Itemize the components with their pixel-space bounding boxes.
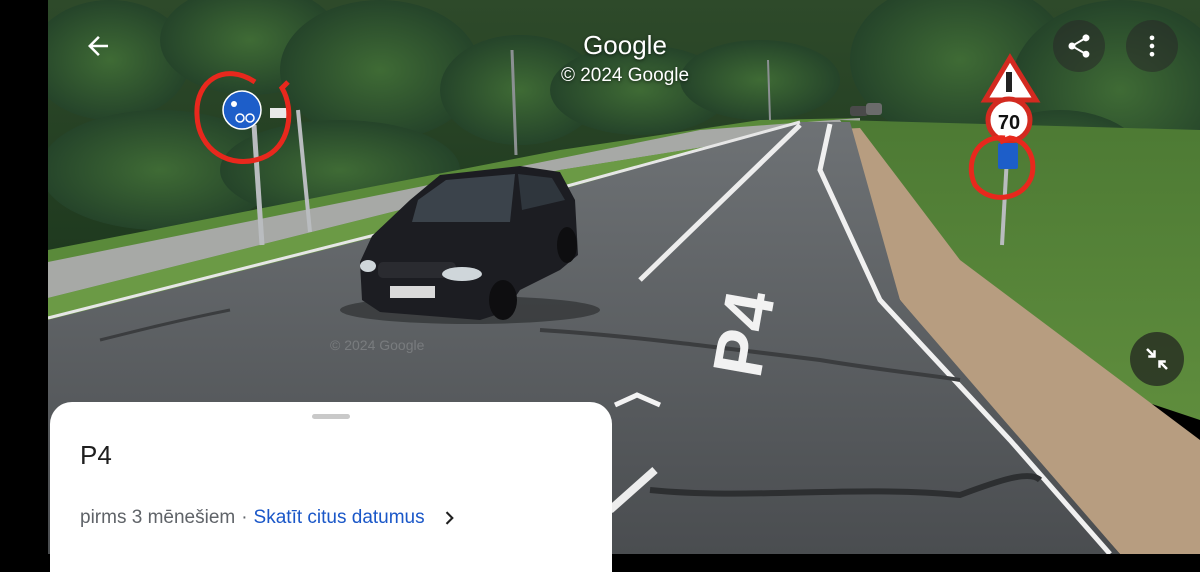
place-title: P4 <box>80 440 112 470</box>
bike-route-sign <box>998 143 1018 169</box>
image-age-text: pirms 3 mēnešiem <box>80 507 236 528</box>
image-date-row: pirms 3 mēnešiem · Skatīt citus datumus <box>80 507 459 529</box>
share-button[interactable] <box>1053 20 1105 72</box>
see-other-dates-link[interactable]: Skatīt citus datumus <box>254 507 425 529</box>
sheet-drag-handle[interactable] <box>312 414 350 419</box>
back-button[interactable] <box>72 20 124 72</box>
attribution: Google © 2024 Google <box>480 30 770 88</box>
arrow-back-icon <box>88 36 108 56</box>
share-icon <box>1068 34 1090 58</box>
attribution-title: Google <box>583 30 667 60</box>
attribution-copyright: © 2024 Google <box>560 65 690 86</box>
speed-limit-value: 70 <box>998 112 1020 134</box>
place-info-sheet[interactable]: P4 pirms 3 mēnešiem · Skatīt citus datum… <box>50 402 612 572</box>
pano-watermark: © 2024 Google <box>330 337 425 353</box>
chevron-right-icon[interactable] <box>439 508 459 528</box>
collapse-view-button[interactable] <box>1130 332 1184 386</box>
more-vert-icon <box>1149 35 1155 57</box>
bike-path-sign <box>222 90 262 130</box>
more-options-button[interactable] <box>1126 20 1178 72</box>
collapse-arrows-icon <box>1146 348 1168 370</box>
meta-separator: · <box>241 507 248 528</box>
screen-left-edge <box>0 0 48 554</box>
road-marking-text: P4 <box>698 285 790 383</box>
